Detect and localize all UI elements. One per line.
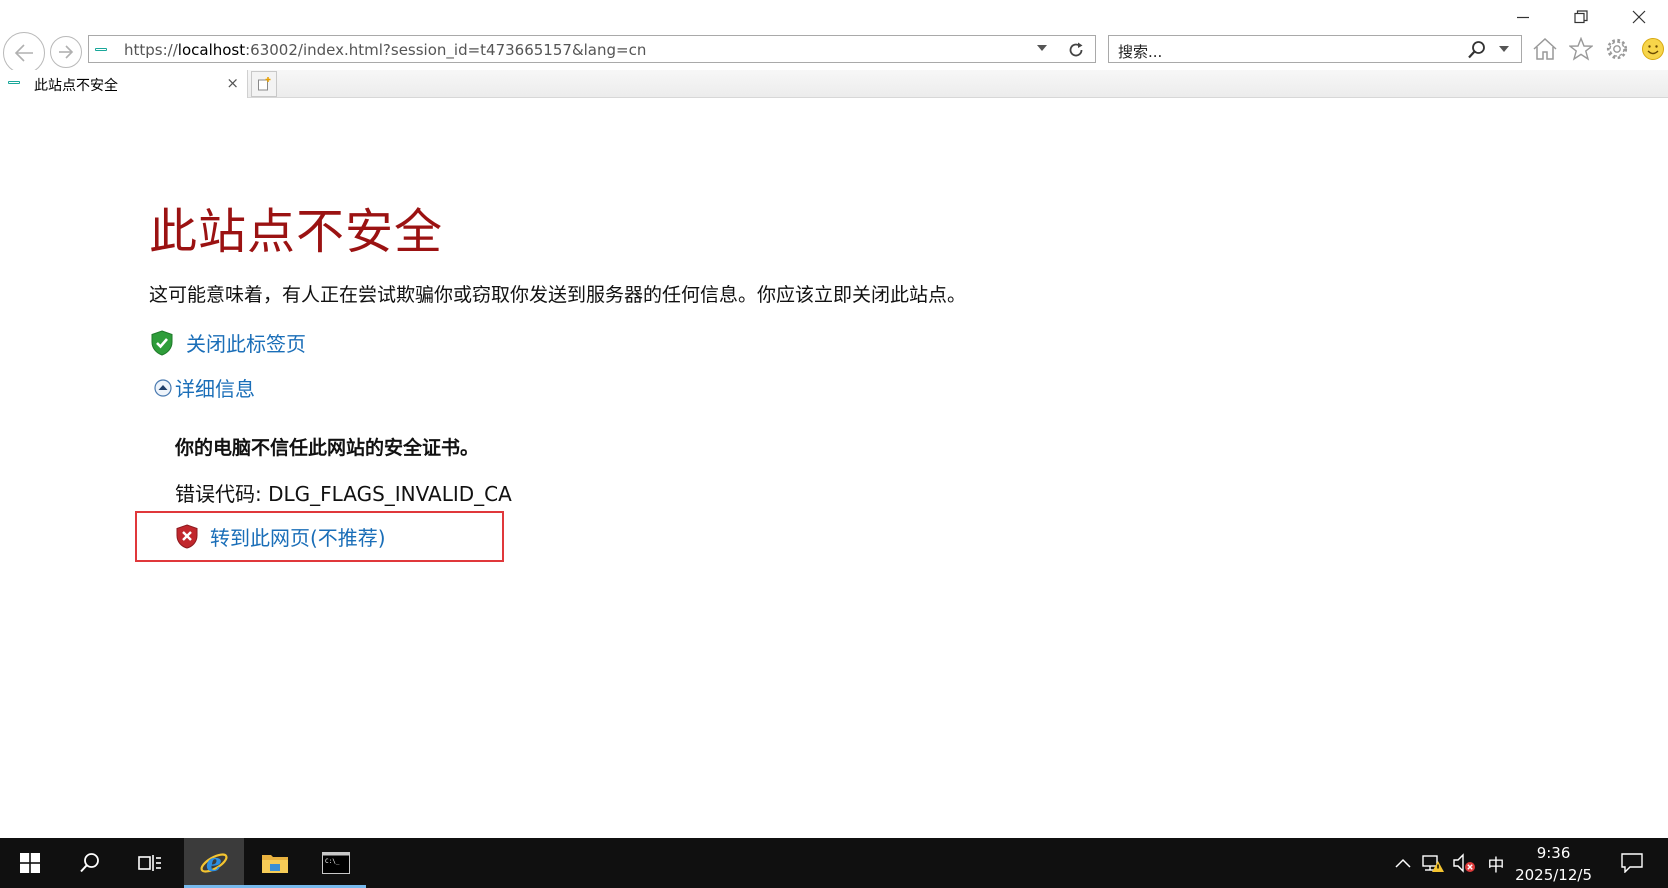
taskbar: e C:\_ 中 9:36 2025/12/5: [0, 838, 1668, 888]
forward-arrow-icon: [59, 45, 74, 59]
home-button[interactable]: [1532, 36, 1558, 62]
tab-title: 此站点不安全: [34, 78, 118, 94]
search-icon[interactable]: [1467, 40, 1487, 60]
details-link[interactable]: 详细信息: [175, 373, 255, 402]
clock[interactable]: 9:36 2025/12/5: [1515, 842, 1592, 886]
back-button[interactable]: [3, 32, 45, 74]
tab-current[interactable]: 此站点不安全 ×: [0, 70, 248, 98]
goto-unsafe-link[interactable]: 转到此网页(不推荐): [210, 522, 386, 551]
home-icon: [1533, 37, 1557, 60]
minimize-icon: [1517, 16, 1529, 19]
volume-muted-icon: [1453, 853, 1475, 873]
task-view-icon: [138, 855, 161, 871]
url-host: localhost: [177, 41, 246, 59]
taskbar-command-prompt[interactable]: C:\_: [306, 838, 366, 888]
network-button[interactable]: [1419, 838, 1447, 888]
internet-explorer-icon: e: [200, 848, 228, 877]
close-window-button[interactable]: [1610, 0, 1668, 34]
red-shield-icon: [176, 524, 198, 549]
star-icon: [1569, 37, 1593, 61]
favorites-button[interactable]: [1568, 36, 1594, 62]
details-row[interactable]: 详细信息: [154, 373, 255, 402]
clock-date: 2025/12/5: [1515, 866, 1592, 884]
network-warning-icon: [1422, 855, 1444, 872]
show-hidden-icons-button[interactable]: [1390, 838, 1416, 888]
goto-unsafe-row[interactable]: 转到此网页(不推荐): [176, 522, 386, 551]
green-shield-icon: [151, 329, 173, 356]
new-tab-icon: [258, 77, 271, 91]
chevron-down-icon[interactable]: [1037, 44, 1047, 52]
action-center-button[interactable]: [1610, 838, 1654, 888]
certificate-warning-text: 你的电脑不信任此网站的安全证书。: [175, 437, 480, 459]
command-prompt-icon: C:\_: [322, 852, 350, 874]
window-controls: [1494, 0, 1668, 34]
tab-close-button[interactable]: ×: [226, 74, 239, 92]
svg-text:e: e: [206, 848, 222, 877]
close-tab-row[interactable]: 关闭此标签页: [150, 328, 306, 357]
restore-button[interactable]: [1552, 0, 1610, 34]
toolbar-icons: [1532, 36, 1666, 62]
url-rest: :63002/index.html?session_id=t473665157&…: [245, 41, 647, 59]
taskbar-file-explorer[interactable]: [244, 838, 306, 888]
volume-button[interactable]: [1450, 838, 1478, 888]
file-explorer-icon: [262, 855, 288, 873]
notification-icon: [1621, 853, 1643, 873]
page-description: 这可能意味着，有人正在尝试欺骗你或窃取你发送到服务器的任何信息。你应该立即关闭此…: [149, 284, 967, 306]
task-view-button[interactable]: [120, 838, 180, 888]
search-icon: [80, 853, 99, 873]
site-icon: [95, 48, 107, 51]
error-code-text: 错误代码: DLG_FLAGS_INVALID_CA: [175, 482, 512, 506]
search-placeholder: 搜索...: [1118, 43, 1163, 61]
smiley-icon: [1642, 38, 1664, 60]
forward-button[interactable]: [50, 36, 82, 68]
minimize-button[interactable]: [1494, 0, 1552, 34]
ime-indicator[interactable]: 中: [1482, 838, 1510, 888]
new-tab-button[interactable]: [251, 71, 277, 97]
back-arrow-icon: [14, 44, 33, 62]
chevron-up-circle-icon: [154, 378, 172, 397]
svg-text:C:\_: C:\_: [325, 858, 340, 865]
settings-button[interactable]: [1604, 36, 1630, 62]
feedback-button[interactable]: [1640, 36, 1666, 62]
close-icon: [1632, 10, 1646, 24]
refresh-icon[interactable]: [1067, 41, 1085, 59]
search-box[interactable]: 搜索...: [1108, 35, 1522, 63]
start-icon: [20, 853, 40, 873]
chevron-down-icon[interactable]: [1499, 45, 1509, 53]
page-title: 此站点不安全: [149, 204, 444, 260]
gear-icon: [1606, 38, 1628, 60]
site-icon: [8, 81, 20, 84]
taskbar-internet-explorer[interactable]: e: [184, 838, 244, 888]
start-button[interactable]: [0, 838, 60, 888]
clock-time: 9:36: [1536, 844, 1571, 862]
address-bar[interactable]: https://localhost:63002/index.html?sessi…: [88, 35, 1096, 63]
close-tab-link[interactable]: 关闭此标签页: [186, 328, 306, 357]
restore-icon: [1574, 10, 1588, 24]
tab-strip: 此站点不安全 ×: [0, 70, 1668, 98]
url-prefix: https://: [124, 41, 178, 59]
url-text[interactable]: https://localhost:63002/index.html?sessi…: [124, 41, 646, 59]
chevron-up-icon: [1395, 858, 1411, 868]
taskbar-search-button[interactable]: [60, 838, 120, 888]
